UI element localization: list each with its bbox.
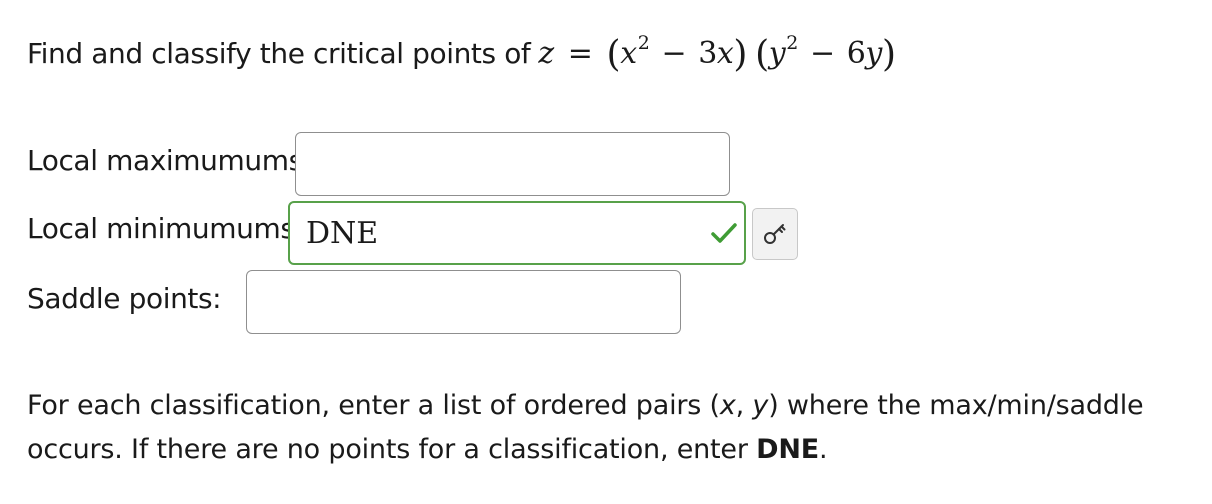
dne-keyword: DNE xyxy=(756,434,819,465)
math-equals: = xyxy=(567,36,593,71)
math-z: z xyxy=(538,36,554,71)
function-formula: z = (x2−3x) (y2−6y) xyxy=(538,32,896,75)
local-max-input[interactable] xyxy=(295,132,730,196)
local-min-label: Local minimumums: xyxy=(27,212,304,245)
math-x-exponent: 2 xyxy=(637,32,650,54)
math-y-exponent: 2 xyxy=(786,32,798,54)
problem-statement: Find and classify the critical points of… xyxy=(27,32,896,75)
local-min-input[interactable]: DNE xyxy=(288,201,746,265)
math-x: x xyxy=(620,36,637,71)
local-max-label: Local maximumums: xyxy=(27,144,312,177)
math-minus-2: − xyxy=(809,36,835,71)
math-coef-3: 3 xyxy=(698,36,717,71)
math-coef-6: 6 xyxy=(846,36,866,71)
local-min-value: DNE xyxy=(306,215,379,251)
problem-prompt: Find and classify the critical points of xyxy=(27,37,531,70)
key-icon xyxy=(764,224,786,244)
math-x-2: x xyxy=(716,36,734,71)
saddle-input[interactable] xyxy=(246,270,681,334)
math-minus-1: − xyxy=(661,36,687,71)
math-y-2: y xyxy=(865,36,882,71)
answer-key-button[interactable] xyxy=(752,208,798,260)
check-icon xyxy=(711,223,737,243)
math-y: y xyxy=(768,36,786,71)
instructions-text: For each classification, enter a list of… xyxy=(27,390,1144,465)
saddle-label: Saddle points: xyxy=(27,282,222,315)
